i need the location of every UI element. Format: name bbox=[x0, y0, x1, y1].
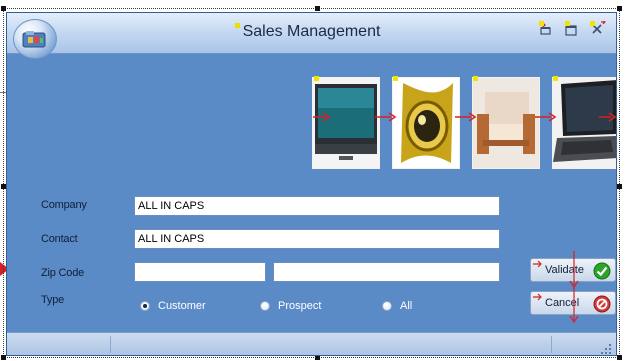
marker-arrow-icon bbox=[533, 293, 542, 301]
company-field[interactable]: ALL IN CAPS bbox=[134, 196, 500, 216]
flow-arrow-icon bbox=[313, 112, 331, 122]
marker-dot bbox=[473, 76, 478, 81]
title-bar[interactable]: Sales Management bbox=[7, 13, 616, 59]
cancel-button[interactable]: Cancel bbox=[530, 286, 616, 324]
radio-all[interactable]: All bbox=[382, 299, 412, 313]
tv-icon bbox=[313, 78, 379, 168]
armchair-photo bbox=[472, 77, 540, 169]
flow-arrow-icon bbox=[455, 112, 477, 122]
watch-icon bbox=[393, 78, 459, 168]
selection-handle[interactable] bbox=[315, 6, 320, 11]
flow-arrow-icon bbox=[375, 112, 397, 122]
zip-code-extra-field[interactable] bbox=[273, 262, 500, 282]
radio-customer-label: Customer bbox=[158, 300, 206, 312]
selection-handle[interactable] bbox=[617, 184, 622, 189]
marker-dot bbox=[565, 21, 570, 26]
laptop-icon bbox=[553, 78, 616, 168]
status-segment bbox=[7, 336, 111, 353]
marker-dot bbox=[590, 21, 595, 26]
minimize-button[interactable] bbox=[561, 21, 581, 37]
minimize-icon bbox=[565, 25, 577, 36]
watch-photo bbox=[392, 77, 460, 169]
selection-handle[interactable] bbox=[617, 355, 622, 360]
sales-management-window: Sales Management Company ALL IN CAPS Con… bbox=[6, 12, 617, 356]
zip-code-label: Zip Code bbox=[41, 267, 85, 279]
marker-arrow-icon bbox=[569, 251, 579, 289]
status-bar bbox=[7, 332, 616, 355]
armchair-icon bbox=[473, 78, 539, 168]
red-cancel-icon bbox=[593, 295, 611, 313]
marker-dot bbox=[553, 76, 558, 81]
zip-code-field[interactable] bbox=[134, 262, 266, 282]
validate-button[interactable]: Validate bbox=[530, 251, 616, 289]
contact-field[interactable]: ALL IN CAPS bbox=[134, 229, 500, 249]
radio-dot[interactable] bbox=[140, 301, 150, 311]
radio-prospect-label: Prospect bbox=[278, 300, 322, 312]
flow-arrow-icon bbox=[535, 112, 557, 122]
selection-handle[interactable] bbox=[617, 6, 622, 11]
contact-label: Contact bbox=[41, 233, 78, 245]
radio-all-label: All bbox=[400, 300, 413, 312]
resize-grip-icon[interactable] bbox=[600, 343, 612, 355]
marker-dot bbox=[539, 21, 544, 26]
status-segment bbox=[111, 336, 552, 353]
radio-prospect[interactable]: Prospect bbox=[260, 299, 321, 313]
selection-handle[interactable] bbox=[1, 6, 6, 11]
marker-dot bbox=[314, 76, 319, 81]
radio-dot[interactable] bbox=[260, 301, 270, 311]
laptop-photo bbox=[552, 77, 616, 169]
window-title: Sales Management bbox=[242, 23, 381, 40]
green-check-icon bbox=[593, 262, 611, 280]
radio-customer[interactable]: Customer bbox=[140, 299, 206, 313]
radio-dot[interactable] bbox=[382, 301, 392, 311]
tv-photo bbox=[312, 77, 380, 169]
flow-arrow-icon bbox=[599, 112, 616, 122]
marker-arrow-icon bbox=[533, 260, 542, 268]
marker-dot bbox=[393, 76, 398, 81]
type-label: Type bbox=[41, 294, 65, 306]
marker-arrow-icon bbox=[569, 286, 579, 324]
company-label: Company bbox=[41, 199, 87, 211]
